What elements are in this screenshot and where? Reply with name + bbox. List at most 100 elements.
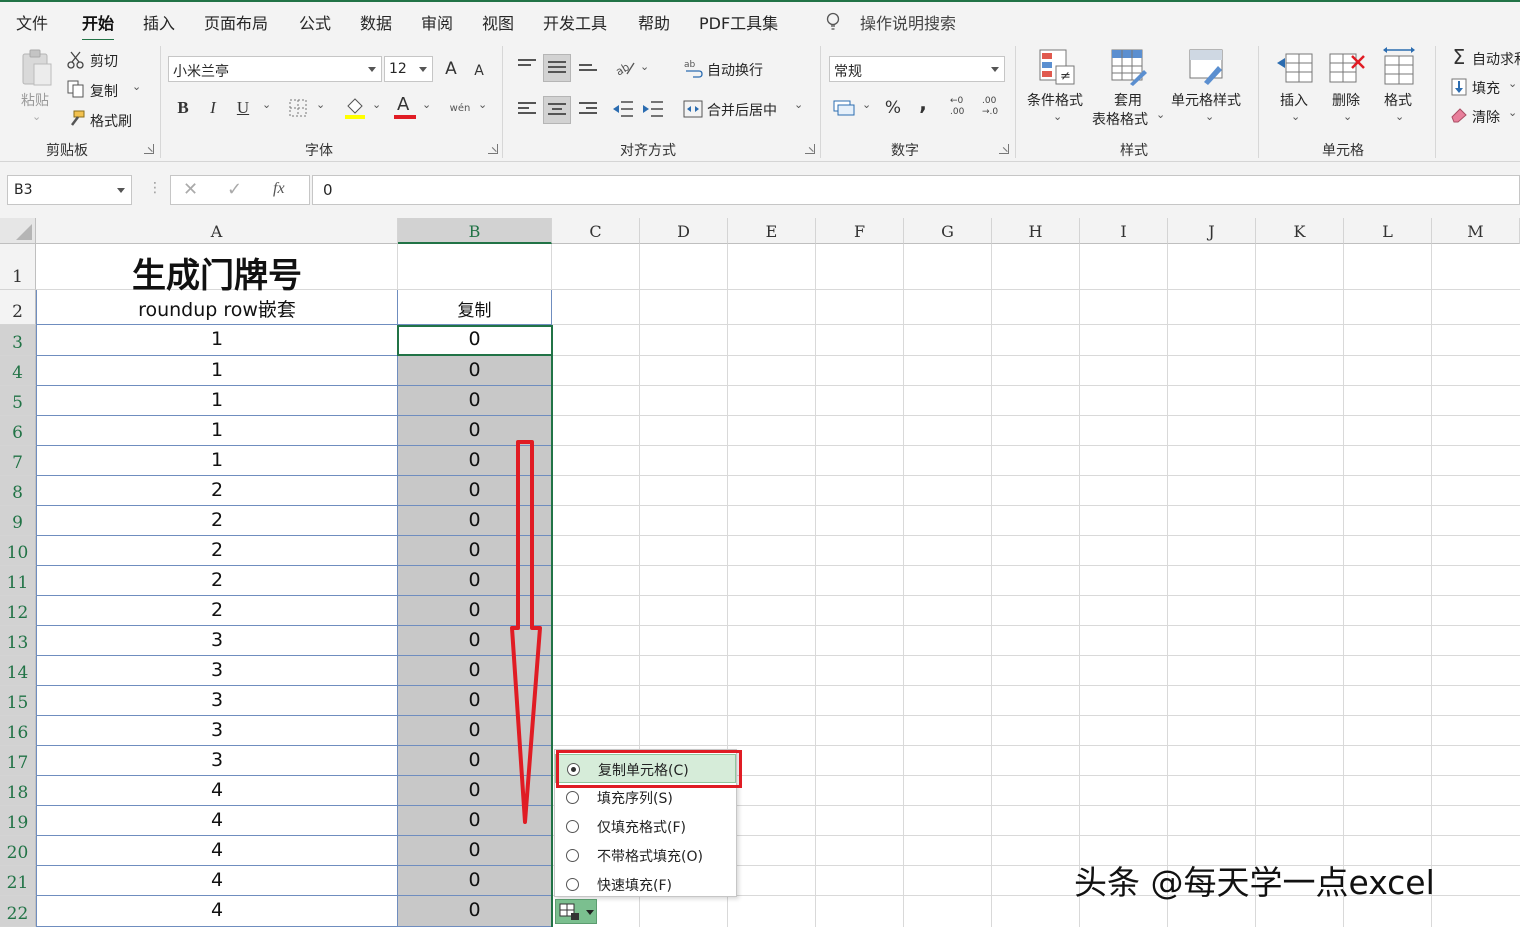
wrap-text-button[interactable]: 自动换行 xyxy=(707,60,763,80)
column-header-f[interactable]: F xyxy=(816,218,904,244)
cell-a17[interactable]: 3 xyxy=(37,749,397,771)
decrease-decimal-button[interactable]: .00 →.0 xyxy=(982,96,1006,122)
number-format-select[interactable]: 常规 xyxy=(829,56,1005,82)
name-box[interactable]: B3 xyxy=(7,175,132,205)
percent-style-button[interactable]: % xyxy=(882,97,904,119)
underline-button[interactable]: U xyxy=(232,96,254,120)
row-header-1[interactable]: 1 xyxy=(0,244,36,290)
conditional-formatting-chevron-icon[interactable]: ⌄ xyxy=(1053,110,1062,123)
fill-button[interactable]: 填充 xyxy=(1472,78,1500,98)
column-header-l[interactable]: L xyxy=(1344,218,1432,244)
fill-chevron-icon[interactable]: ⌄ xyxy=(1508,77,1517,90)
phonetic-dropdown-chevron-icon[interactable]: ⌄ xyxy=(478,98,487,111)
grow-font-button[interactable]: A xyxy=(440,58,462,80)
tab-pdf-tools[interactable]: PDF工具集 xyxy=(699,10,778,34)
column-header-g[interactable]: G xyxy=(904,218,992,244)
header-cell-b2[interactable]: 复制 xyxy=(398,296,551,326)
tab-view[interactable]: 视图 xyxy=(482,10,514,34)
paste-button[interactable]: 粘贴 xyxy=(21,90,49,110)
enter-check-icon[interactable]: ✓ xyxy=(227,179,242,200)
cell-a4[interactable]: 1 xyxy=(37,359,397,381)
format-as-table-line1[interactable]: 套用 xyxy=(1114,90,1142,110)
cell-a5[interactable]: 1 xyxy=(37,389,397,411)
font-size-select[interactable]: 12 xyxy=(384,56,433,82)
accounting-format-icon[interactable] xyxy=(833,98,857,118)
cell-styles-button[interactable]: 单元格样式 xyxy=(1171,90,1241,110)
cell-a16[interactable]: 3 xyxy=(37,719,397,741)
row-header-6[interactable]: 6 xyxy=(0,416,36,446)
cancel-icon[interactable]: ✕ xyxy=(183,179,198,200)
clear-button[interactable]: 清除 xyxy=(1472,107,1500,127)
format-as-table-line2[interactable]: 表格格式 xyxy=(1092,109,1148,129)
cell-a10[interactable]: 2 xyxy=(37,539,397,561)
column-header-h[interactable]: H xyxy=(992,218,1080,244)
cell-a20[interactable]: 4 xyxy=(37,839,397,861)
tell-me-search[interactable]: 操作说明搜索 xyxy=(860,10,956,34)
row-header-11[interactable]: 11 xyxy=(0,566,36,596)
align-center-button[interactable] xyxy=(543,96,571,124)
font-name-select[interactable]: 小米兰亭 xyxy=(168,56,382,82)
insert-cells-button[interactable]: 插入 xyxy=(1280,90,1308,110)
column-header-d[interactable]: D xyxy=(640,218,728,244)
format-as-table-chevron-icon[interactable]: ⌄ xyxy=(1156,108,1165,121)
row-header-2[interactable]: 2 xyxy=(0,290,36,325)
fill-color-dropdown-chevron-icon[interactable]: ⌄ xyxy=(372,98,381,111)
column-header-c[interactable]: C xyxy=(552,218,640,244)
format-cells-button[interactable]: 格式 xyxy=(1384,90,1412,110)
cell-a14[interactable]: 3 xyxy=(37,659,397,681)
row-header-18[interactable]: 18 xyxy=(0,776,36,806)
row-header-9[interactable]: 9 xyxy=(0,506,36,536)
cell-a18[interactable]: 4 xyxy=(37,779,397,801)
row-header-16[interactable]: 16 xyxy=(0,716,36,746)
cell-a13[interactable]: 3 xyxy=(37,629,397,651)
paste-icon[interactable] xyxy=(20,48,54,88)
row-header-15[interactable]: 15 xyxy=(0,686,36,716)
orientation-dropdown-chevron-icon[interactable]: ⌄ xyxy=(640,60,649,73)
font-color-dropdown-chevron-icon[interactable]: ⌄ xyxy=(422,98,431,111)
column-header-e[interactable]: E xyxy=(728,218,816,244)
cell-a21[interactable]: 4 xyxy=(37,869,397,891)
border-icon[interactable] xyxy=(288,98,308,118)
row-header-14[interactable]: 14 xyxy=(0,656,36,686)
align-bottom-icon[interactable] xyxy=(579,64,597,78)
header-cell-a2[interactable]: roundup row嵌套 xyxy=(37,295,397,325)
formula-input[interactable]: 0 xyxy=(312,175,1520,205)
row-header-12[interactable]: 12 xyxy=(0,596,36,626)
tab-help[interactable]: 帮助 xyxy=(638,10,670,34)
delete-cells-chevron-icon[interactable]: ⌄ xyxy=(1343,110,1352,123)
cell-a12[interactable]: 2 xyxy=(37,599,397,621)
cell-b5[interactable]: 0 xyxy=(398,389,551,411)
cell-b21[interactable]: 0 xyxy=(398,869,551,891)
alignment-launcher-icon[interactable] xyxy=(805,144,815,154)
formula-bar-splitter-icon[interactable]: ⋮ xyxy=(148,180,162,196)
align-right-icon[interactable] xyxy=(579,102,597,116)
conditional-formatting-button[interactable]: 条件格式 xyxy=(1027,90,1083,110)
increase-decimal-button[interactable]: ←0 .00 xyxy=(950,96,974,122)
underline-dropdown-chevron-icon[interactable]: ⌄ xyxy=(262,98,271,111)
menu-item-flash-fill[interactable]: 快速填充(F) xyxy=(555,870,736,899)
merge-dropdown-chevron-icon[interactable]: ⌄ xyxy=(794,98,803,111)
row-header-17[interactable]: 17 xyxy=(0,746,36,776)
cell-b22[interactable]: 0 xyxy=(398,899,551,921)
row-header-3[interactable]: 3 xyxy=(0,325,36,356)
font-color-button[interactable]: A xyxy=(394,94,416,120)
tab-insert[interactable]: 插入 xyxy=(143,10,175,34)
cell-a6[interactable]: 1 xyxy=(37,419,397,441)
insert-cells-chevron-icon[interactable]: ⌄ xyxy=(1291,110,1300,123)
column-header-b[interactable]: B xyxy=(398,218,552,244)
phonetic-guide-button[interactable]: wén xyxy=(448,96,472,120)
menu-item-fill-without-formatting[interactable]: 不带格式填充(O) xyxy=(555,841,736,870)
tab-home[interactable]: 开始 xyxy=(82,10,115,42)
column-header-k[interactable]: K xyxy=(1256,218,1344,244)
tab-page-layout[interactable]: 页面布局 xyxy=(204,10,268,34)
copy-dropdown-chevron-icon[interactable]: ⌄ xyxy=(132,80,141,93)
name-box-caret-icon[interactable] xyxy=(117,188,125,193)
copy-button[interactable]: 复制 xyxy=(90,81,118,101)
accounting-dropdown-chevron-icon[interactable]: ⌄ xyxy=(862,98,871,111)
row-header-22[interactable]: 22 xyxy=(0,896,36,927)
border-dropdown-chevron-icon[interactable]: ⌄ xyxy=(316,98,325,111)
cell-a22[interactable]: 4 xyxy=(37,899,397,921)
cell-b4[interactable]: 0 xyxy=(398,359,551,381)
row-header-8[interactable]: 8 xyxy=(0,476,36,506)
italic-button[interactable]: I xyxy=(202,96,224,120)
